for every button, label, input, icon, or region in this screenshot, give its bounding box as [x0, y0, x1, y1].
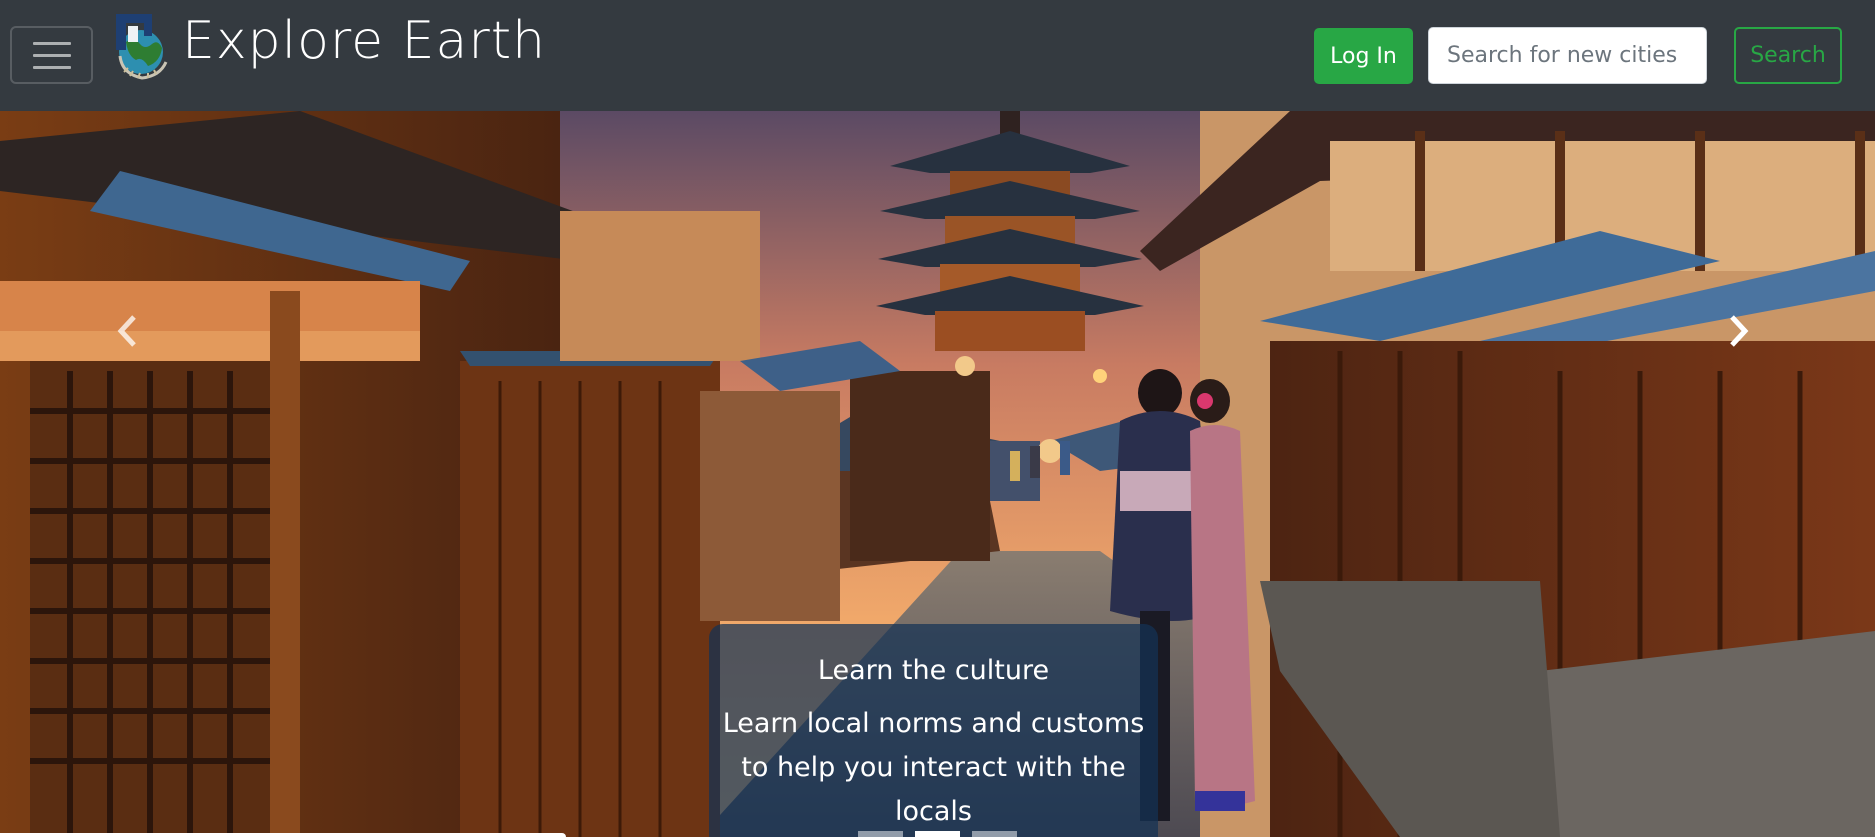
caption-text: Learn local norms and customs to help yo…: [722, 708, 1145, 827]
hamburger-menu-icon-bar-2: [32, 53, 71, 57]
hamburger-menu-icon-bar-3: [32, 65, 71, 69]
hero-carousel: Learn the culture Learn local norms and …: [0, 111, 1875, 837]
search-button[interactable]: Search: [1734, 27, 1842, 84]
chevron-right-icon: [1730, 315, 1749, 347]
globe-logo-icon[interactable]: [114, 12, 172, 82]
carousel-prev-control[interactable]: [82, 271, 172, 391]
caption-title: Learn the culture: [817, 655, 1050, 686]
carousel-caption: Learn the culture Learn local norms and …: [709, 624, 1158, 837]
carousel-next-control[interactable]: [1694, 271, 1784, 391]
carousel-indicators: [0, 831, 1875, 837]
carousel-indicator-1[interactable]: [858, 831, 903, 837]
brand-name[interactable]: Explore Earth: [182, 8, 546, 74]
chevron-left-icon: [117, 315, 136, 347]
hamburger-menu-icon: [32, 41, 71, 45]
navbar-toggler-button[interactable]: [10, 26, 93, 84]
search-input[interactable]: [1428, 27, 1707, 84]
carousel-indicator-3[interactable]: [972, 831, 1017, 837]
login-button[interactable]: Log In: [1314, 28, 1413, 84]
carousel-indicator-2[interactable]: [915, 831, 960, 837]
navbar: Explore Earth Log In Search: [0, 0, 1875, 111]
